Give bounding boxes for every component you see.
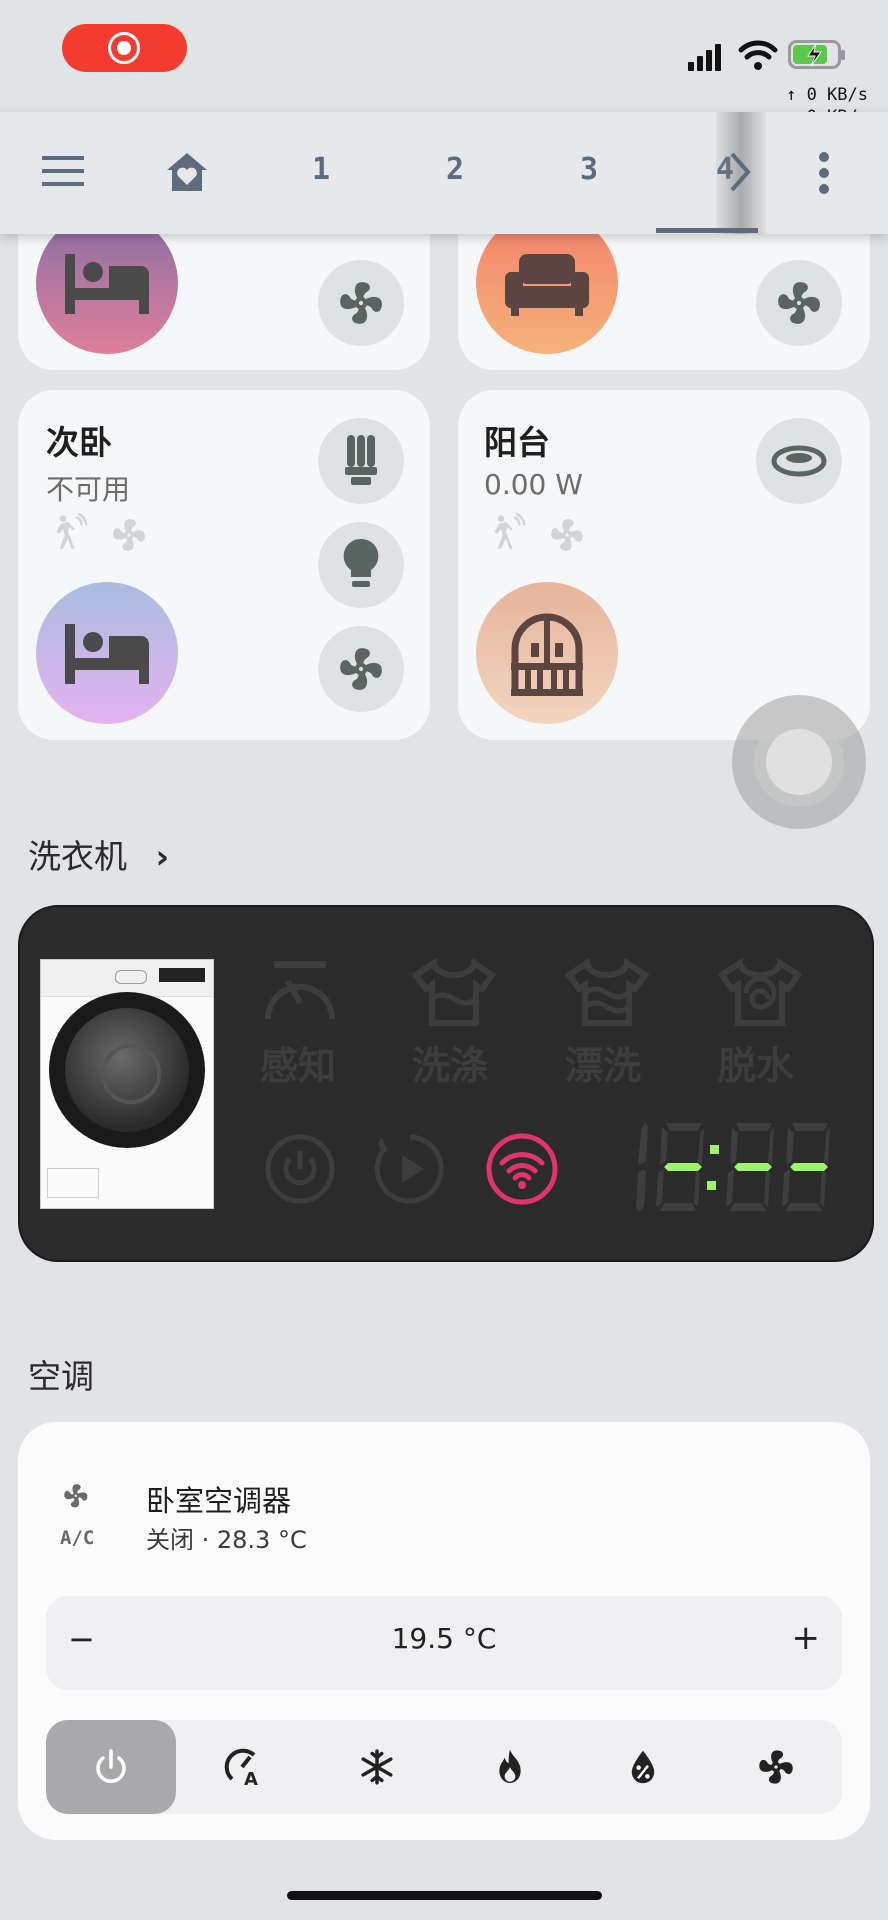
washer-image	[40, 959, 214, 1209]
fan-button[interactable]	[318, 260, 404, 346]
room-avatar	[36, 582, 178, 724]
ac-section-title: 空调	[28, 1357, 94, 1396]
upload-speed: ↑ 0 KB/s	[786, 85, 868, 105]
ac-device-status: 关闭 · 28.3 °C	[146, 1526, 307, 1554]
battery-charging-icon	[788, 40, 845, 69]
fan-button[interactable]	[756, 260, 842, 346]
fan-icon	[759, 1750, 793, 1784]
snowflake-icon	[361, 1749, 393, 1785]
svg-text:A/C: A/C	[60, 1527, 94, 1546]
rinse-shirt-icon	[565, 959, 649, 1026]
start-pause-icon[interactable]	[374, 1133, 446, 1205]
fan-button[interactable]	[318, 626, 404, 712]
cellular-signal-icon	[688, 44, 721, 71]
mode-fan-button[interactable]	[711, 1720, 841, 1814]
tab-2[interactable]: 2	[446, 152, 464, 187]
program-spin-label[interactable]: 脱水	[718, 1035, 794, 1090]
room-card-second-bedroom[interactable]: 次卧 不可用	[18, 390, 430, 740]
spin-shirt-icon	[718, 959, 802, 1026]
room-power: 0.00 W	[484, 468, 583, 501]
room-title: 次卧	[46, 423, 112, 462]
hvac-mode-bar: A	[46, 1720, 842, 1814]
room-title: 阳台	[484, 423, 550, 462]
washer-card[interactable]: 感知 洗涤 漂洗 脱水	[18, 905, 874, 1262]
status-bar: ↑ 0 KB/s ↓ 0 KB/s	[0, 0, 888, 127]
chevron-right-icon: ›	[155, 837, 170, 876]
screen-record-indicator[interactable]	[62, 24, 187, 72]
mode-auto-button[interactable]: A	[179, 1720, 309, 1814]
chevron-right-icon[interactable]	[728, 150, 752, 194]
time-display	[636, 1123, 830, 1211]
washer-section-label: 洗衣机	[28, 837, 127, 876]
motion-sensor-icon	[494, 512, 526, 549]
wifi-icon[interactable]	[484, 1131, 560, 1207]
temperature-control: − 19.5 °C +	[46, 1596, 842, 1690]
light-button[interactable]	[318, 522, 404, 608]
active-tab-indicator	[656, 228, 758, 233]
lightbulb-icon	[343, 538, 379, 587]
room-avatar	[476, 582, 618, 724]
program-sense-label[interactable]: 感知	[260, 1035, 336, 1090]
program-rinse-label[interactable]: 漂洗	[565, 1035, 641, 1090]
fan-icon	[340, 282, 382, 324]
mode-heat-button[interactable]	[445, 1720, 575, 1814]
fan-icon	[113, 519, 145, 551]
increase-temp-button[interactable]: +	[792, 1618, 821, 1658]
ac-card: A/C 卧室空调器 关闭 · 28.3 °C − 19.5 °C + A	[18, 1422, 870, 1840]
wifi-icon	[738, 40, 778, 70]
power-icon[interactable]	[264, 1133, 336, 1205]
program-wash-label[interactable]: 洗涤	[412, 1035, 488, 1090]
more-vert-icon[interactable]	[816, 150, 832, 196]
tab-1[interactable]: 1	[312, 152, 330, 187]
fluorescent-bulb-icon	[345, 435, 377, 485]
hamburger-icon[interactable]	[42, 154, 86, 188]
motion-sensor-icon	[56, 512, 88, 549]
fan-icon	[340, 648, 382, 690]
fan-icon	[551, 519, 583, 551]
fan-icon	[778, 282, 820, 324]
app-header: 1 2 3 4	[0, 112, 888, 234]
auto-icon: A	[224, 1748, 258, 1787]
tab-3[interactable]: 3	[580, 152, 598, 187]
svg-text:A: A	[244, 1769, 258, 1787]
ceiling-light-icon	[771, 445, 827, 477]
bed-icon	[65, 254, 149, 314]
ac-device-name[interactable]: 卧室空调器	[146, 1478, 291, 1520]
home-heart-icon[interactable]	[164, 150, 210, 194]
fluorescent-light-button[interactable]	[318, 418, 404, 504]
target-temperature: 19.5 °C	[391, 1622, 497, 1655]
sensing-icon	[265, 961, 335, 1020]
ac-icon: A/C	[60, 1484, 94, 1546]
fire-icon	[499, 1749, 521, 1783]
assistive-touch-button[interactable]	[732, 695, 866, 829]
balcony-icon	[511, 613, 583, 696]
mode-cool-button[interactable]	[312, 1720, 442, 1814]
room-status: 不可用	[46, 473, 131, 506]
bed-icon	[65, 624, 149, 684]
wash-shirt-icon	[412, 959, 496, 1026]
room-card-balcony[interactable]: 阳台 0.00 W	[458, 390, 870, 740]
sofa-icon	[505, 254, 589, 316]
mode-dry-button[interactable]	[578, 1720, 708, 1814]
water-percent-icon	[631, 1750, 655, 1784]
power-icon	[96, 1749, 126, 1783]
ceiling-light-button[interactable]	[756, 418, 842, 504]
home-indicator[interactable]	[287, 1891, 602, 1900]
mode-off-button[interactable]	[46, 1720, 176, 1814]
washer-section-title[interactable]: 洗衣机 ›	[28, 830, 169, 878]
